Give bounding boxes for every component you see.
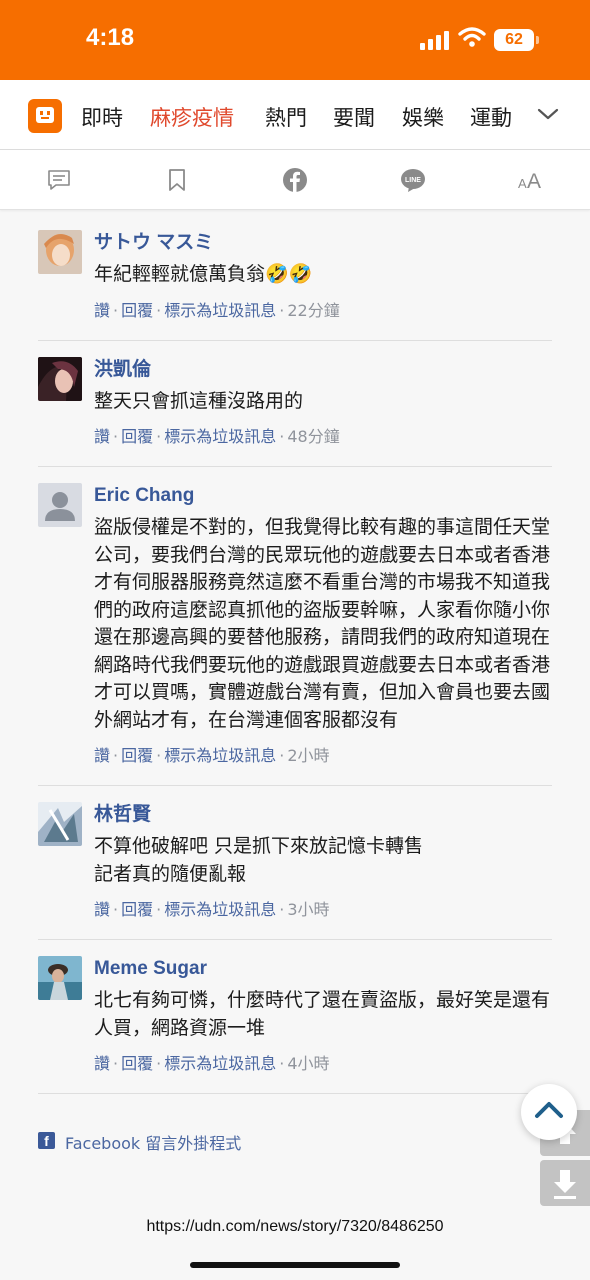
comment-time[interactable]: 3小時: [287, 900, 329, 919]
wifi-icon: [458, 27, 486, 47]
comment-actions: 讚 · 回覆 · 標示為垃圾訊息 · 4小時: [94, 1054, 330, 1073]
bookmark-icon[interactable]: [164, 167, 190, 193]
reply-link[interactable]: 回覆: [121, 301, 153, 320]
battery-icon: 62: [494, 29, 534, 51]
back-to-top-button[interactable]: [521, 1084, 577, 1140]
reply-link[interactable]: 回覆: [121, 900, 153, 919]
comment-actions: 讚 · 回覆 · 標示為垃圾訊息 · 3小時: [94, 900, 330, 919]
avatar[interactable]: [38, 956, 82, 1000]
mark-spam-link[interactable]: 標示為垃圾訊息: [164, 900, 276, 919]
comment-time[interactable]: 48分鐘: [287, 427, 339, 446]
comment-item: 林哲賢 不算他破解吧 只是抓下來放記憶卡轉售 記者真的隨便亂報 讚 · 回覆 · 標示為…: [38, 786, 552, 940]
tab-entertainment[interactable]: 娛樂: [402, 102, 444, 132]
tab-measles[interactable]: 麻疹疫情: [150, 102, 234, 132]
avatar[interactable]: [38, 356, 82, 401]
mark-spam-link[interactable]: 標示為垃圾訊息: [164, 427, 276, 446]
font-size-large-glyph: A: [527, 170, 541, 193]
category-nav: 即時 麻疹疫情 熱門 要聞 娛樂 運動: [0, 80, 590, 150]
comment-item: サトウ マスミ 年紀輕輕就億萬負翁🤣🤣 讚 · 回覆 · 標示為垃圾訊息 · 22分鐘: [38, 214, 552, 341]
scroll-down-side-button[interactable]: [540, 1160, 590, 1206]
comment-author[interactable]: 林哲賢: [94, 802, 552, 828]
comment-item: Meme Sugar 北七有夠可憐，什麼時代了還在賣盜版，最好笑是還有人買，網路…: [38, 940, 552, 1094]
avatar[interactable]: [38, 483, 82, 527]
chevron-down-icon[interactable]: [536, 102, 560, 126]
mark-spam-link[interactable]: 標示為垃圾訊息: [164, 746, 276, 765]
comment-time[interactable]: 22分鐘: [287, 301, 339, 320]
tab-headlines[interactable]: 要聞: [333, 102, 375, 132]
tab-sports[interactable]: 運動: [470, 102, 512, 132]
mark-spam-link[interactable]: 標示為垃圾訊息: [164, 301, 276, 320]
comment-time[interactable]: 4小時: [287, 1054, 329, 1073]
comment-icon[interactable]: [46, 167, 72, 193]
comment-actions: 讚 · 回覆 · 標示為垃圾訊息 · 22分鐘: [94, 300, 340, 320]
tab-instant[interactable]: 即時: [81, 102, 123, 132]
comment-text: 北七有夠可憐，什麼時代了還在賣盜版，最好笑是還有人買，網路資源一堆: [94, 989, 551, 1039]
comment-actions: 讚 · 回覆 · 標示為垃圾訊息 · 48分鐘: [94, 427, 340, 446]
font-size-small-glyph: A: [518, 176, 527, 191]
line-icon-label: LINE: [405, 177, 421, 184]
line-icon[interactable]: LINE: [400, 167, 426, 193]
arrow-down-icon: [554, 1170, 576, 1199]
comment-list: サトウ マスミ 年紀輕輕就億萬負翁🤣🤣 讚 · 回覆 · 標示為垃圾訊息 · 22分鐘 洪凱…: [38, 214, 552, 1094]
comment-text: 不算他破解吧 只是抓下來放記憶卡轉售 記者真的隨便亂報: [94, 835, 424, 885]
font-size-icon[interactable]: A A: [518, 167, 544, 193]
like-link[interactable]: 讚: [94, 301, 110, 320]
status-bar: 4:18 62: [0, 0, 590, 80]
comment-author[interactable]: サトウ マスミ: [94, 230, 552, 256]
reply-link[interactable]: 回覆: [121, 1054, 153, 1073]
facebook-icon[interactable]: [282, 167, 308, 193]
comment-author[interactable]: Eric Chang: [94, 483, 552, 509]
comment-text: 年紀輕輕就億萬負翁🤣🤣: [94, 263, 313, 285]
reply-link[interactable]: 回覆: [121, 427, 153, 446]
article-toolbar: LINE A A: [0, 150, 590, 210]
comment-text: 盜版侵權是不對的，但我覺得比較有趣的事這間任天堂公司，要我們台灣的民眾玩他的遊戲…: [94, 516, 551, 731]
comment-item: 洪凱倫 整天只會抓這種沒路用的 讚 · 回覆 · 標示為垃圾訊息 · 48分鐘: [38, 341, 552, 467]
comment-author[interactable]: Meme Sugar: [94, 956, 552, 982]
like-link[interactable]: 讚: [94, 1054, 110, 1073]
reply-link[interactable]: 回覆: [121, 746, 153, 765]
mark-spam-link[interactable]: 標示為垃圾訊息: [164, 1054, 276, 1073]
facebook-icon: f: [38, 1132, 55, 1149]
status-time: 4:18: [86, 24, 135, 51]
chevron-up-icon: [535, 1102, 563, 1118]
cellular-signal-icon: [420, 30, 450, 50]
browser-url[interactable]: https://udn.com/news/story/7320/8486250: [0, 1218, 590, 1236]
home-indicator[interactable]: [190, 1262, 400, 1268]
comment-text: 整天只會抓這種沒路用的: [94, 389, 304, 412]
comment-item: Eric Chang 盜版侵權是不對的，但我覺得比較有趣的事這間任天堂公司，要我…: [38, 467, 552, 786]
like-link[interactable]: 讚: [94, 746, 110, 765]
comment-author[interactable]: 洪凱倫: [94, 357, 552, 383]
battery-tip: [536, 36, 539, 44]
tab-popular[interactable]: 熱門: [265, 102, 307, 132]
avatar[interactable]: [38, 802, 82, 846]
avatar[interactable]: [38, 230, 82, 274]
comment-actions: 讚 · 回覆 · 標示為垃圾訊息 · 2小時: [94, 746, 330, 765]
facebook-plugin-label: Facebook 留言外掛程式: [65, 1134, 242, 1153]
comment-time[interactable]: 2小時: [287, 746, 329, 765]
udn-logo-icon[interactable]: [28, 99, 62, 133]
like-link[interactable]: 讚: [94, 900, 110, 919]
like-link[interactable]: 讚: [94, 427, 110, 446]
